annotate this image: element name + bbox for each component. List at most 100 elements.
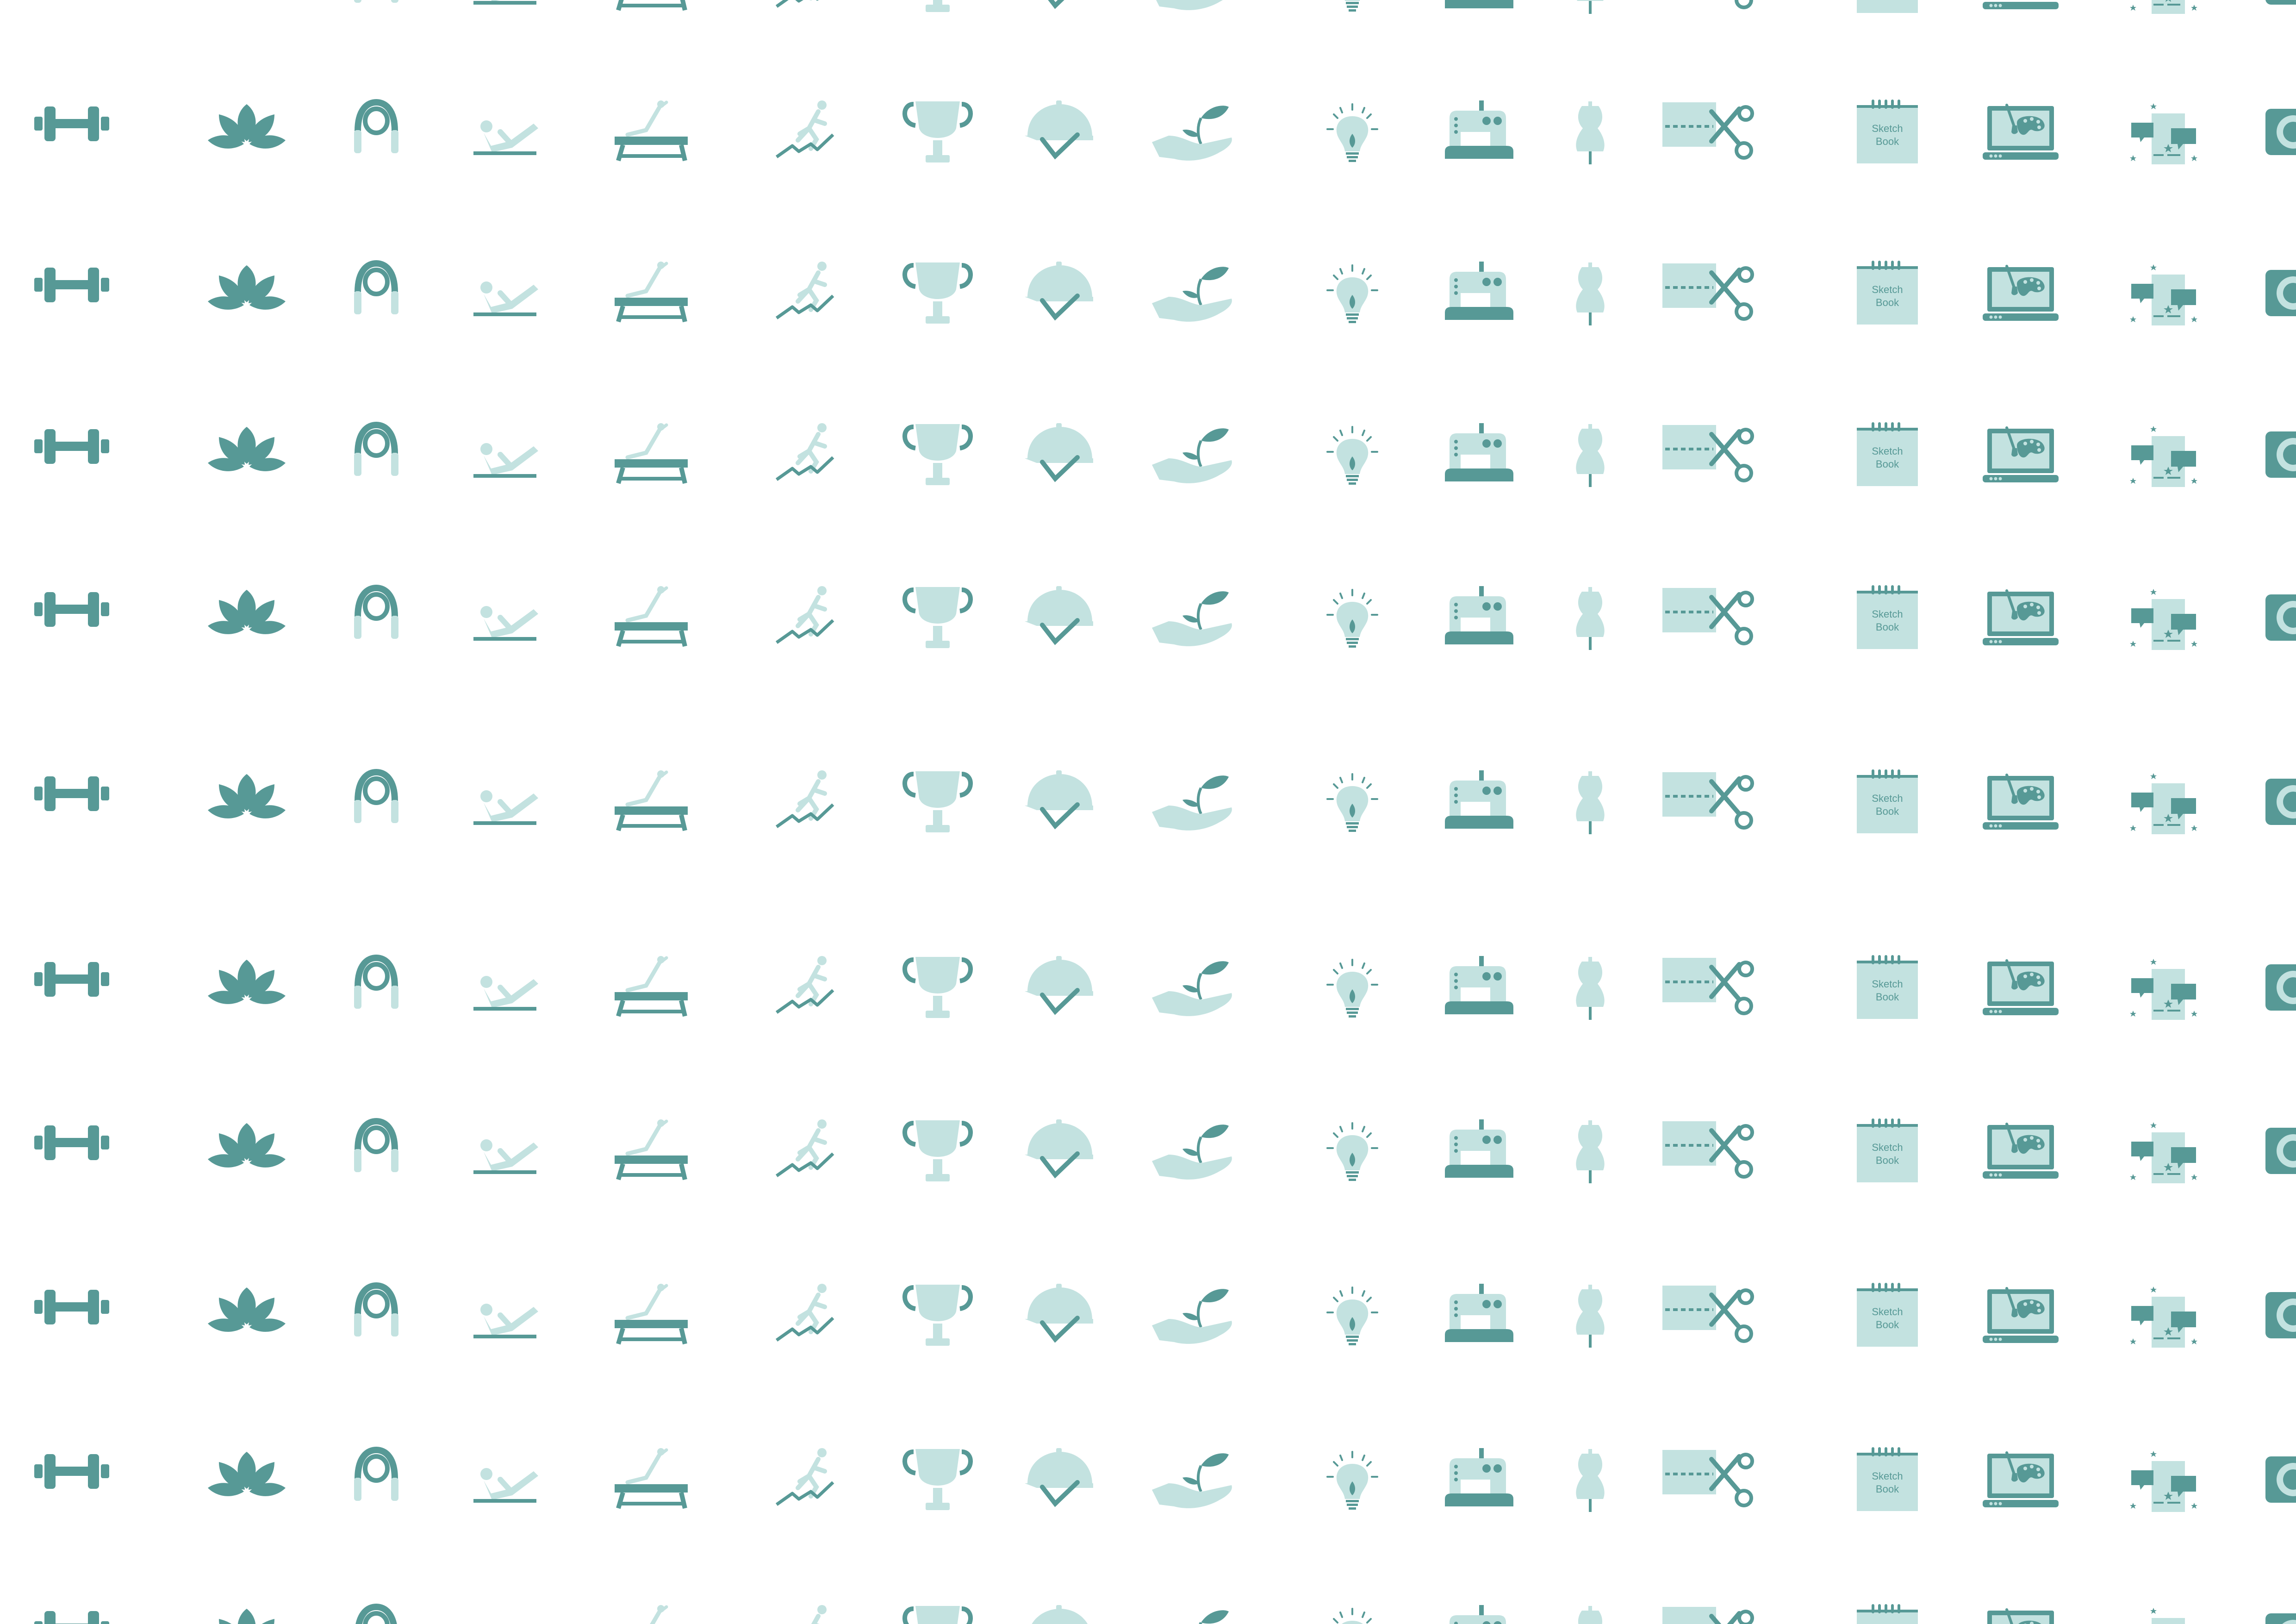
trophy-icon — [905, 587, 971, 648]
hand-sprout-icon — [1152, 428, 1232, 483]
chat-stars-icon — [2130, 1608, 2197, 1624]
lotus-icon — [208, 1287, 286, 1332]
sewing-machine-icon — [1445, 586, 1513, 644]
camera-icon — [2265, 0, 2296, 5]
lightbulb-icon — [1326, 1122, 1378, 1182]
riding-helmet-icon — [1025, 956, 1093, 1012]
trophy-icon — [905, 771, 971, 832]
laptop-palette-icon — [1983, 775, 2059, 830]
hand-sprout-icon — [1152, 106, 1232, 161]
sewing-machine-icon — [1445, 262, 1513, 320]
chat-stars-icon — [2130, 1451, 2197, 1512]
trophy-icon — [905, 262, 971, 324]
dumbbell-icon — [34, 776, 109, 811]
trophy-icon — [905, 424, 971, 485]
pilates-icon — [473, 120, 538, 155]
jump-rope-icon — [354, 425, 398, 476]
riding-helmet-icon — [1025, 1448, 1093, 1504]
hand-sprout-icon — [1152, 267, 1232, 322]
trophy-icon — [905, 1285, 971, 1346]
pilates-icon — [473, 606, 538, 641]
sewing-machine-icon — [1445, 423, 1513, 481]
chat-stars-icon — [2130, 589, 2197, 650]
camera-icon — [2265, 270, 2296, 316]
sketchbook-label-line2: Book — [1876, 1483, 1899, 1495]
fabric-scissors-icon — [1662, 263, 1752, 319]
chat-stars-icon — [2130, 959, 2197, 1020]
hand-sprout-icon — [1152, 1289, 1232, 1344]
laptop-palette-icon — [1983, 428, 2059, 482]
dress-form-icon — [1576, 587, 1605, 650]
sewing-machine-icon — [1445, 1448, 1513, 1506]
laptop-palette-icon — [1983, 266, 2059, 321]
riding-helmet-icon — [1025, 100, 1093, 156]
runner-icon — [777, 1284, 833, 1340]
fabric-scissors-icon — [1662, 102, 1752, 158]
sewing-machine-icon — [1445, 770, 1513, 829]
dress-form-icon — [1576, 1606, 1605, 1624]
lightbulb-icon — [1326, 103, 1378, 163]
dumbbell-icon — [34, 962, 109, 997]
runner-icon — [777, 1119, 833, 1176]
dumbbell-icon — [34, 1125, 109, 1160]
camera-icon — [2265, 779, 2296, 825]
dress-form-icon — [1576, 424, 1605, 487]
camera-icon — [2265, 1613, 2296, 1624]
camera-icon — [2265, 1128, 2296, 1174]
laptop-palette-icon — [1983, 1453, 2059, 1507]
dress-form-icon — [1576, 0, 1605, 14]
riding-helmet-icon — [1025, 1284, 1093, 1339]
lightbulb-icon — [1326, 264, 1378, 324]
sketchbook-label-line1: Sketch — [1872, 608, 1903, 620]
sketchbook-label-line2: Book — [1876, 621, 1899, 633]
dress-form-icon — [1576, 957, 1605, 1020]
balance-beam-icon — [615, 1284, 688, 1344]
fabric-scissors-icon — [1662, 0, 1752, 7]
lotus-icon — [208, 774, 286, 818]
runner-icon — [777, 423, 833, 480]
camera-icon — [2265, 1292, 2296, 1338]
lightbulb-icon — [1326, 426, 1378, 486]
pilates-icon — [473, 790, 538, 825]
riding-helmet-icon — [1025, 423, 1093, 479]
jump-rope-icon — [354, 0, 398, 3]
fabric-scissors-icon — [1662, 588, 1752, 643]
sketchbook-label-line2: Book — [1876, 1319, 1899, 1330]
hand-sprout-icon — [1152, 591, 1232, 646]
lightbulb-icon — [1326, 589, 1378, 649]
hand-sprout-icon — [1152, 1453, 1232, 1508]
sketchbook-icon — [1857, 1604, 1918, 1624]
lightbulb-icon — [1326, 1451, 1378, 1511]
fabric-scissors-icon — [1662, 1607, 1752, 1624]
dress-form-icon — [1576, 1120, 1605, 1183]
trophy-icon — [905, 1449, 971, 1510]
jump-rope-icon — [354, 772, 398, 823]
runner-icon — [777, 586, 833, 643]
sketchbook-label-line1: Sketch — [1872, 123, 1903, 134]
sketchbook-label-line2: Book — [1876, 1155, 1899, 1166]
pilates-icon — [473, 281, 538, 316]
fabric-scissors-icon — [1662, 425, 1752, 481]
riding-helmet-icon — [1025, 1605, 1093, 1624]
hand-sprout-icon — [1152, 0, 1232, 10]
chat-stars-icon — [2130, 103, 2197, 164]
balance-beam-icon — [615, 1119, 688, 1180]
chat-stars-icon — [2130, 1287, 2197, 1348]
sketchbook-label-line1: Sketch — [1872, 284, 1903, 295]
sketchbook-icon — [1857, 0, 1918, 13]
sketchbook-label-line2: Book — [1876, 806, 1899, 817]
runner-icon — [777, 770, 833, 827]
laptop-palette-icon — [1983, 1610, 2059, 1624]
pilates-icon — [473, 1139, 538, 1174]
pilates-icon — [473, 1304, 538, 1338]
camera-icon — [2265, 594, 2296, 641]
sketchbook-label-line2: Book — [1876, 458, 1899, 470]
runner-icon — [777, 262, 833, 318]
dumbbell-icon — [34, 592, 109, 627]
balance-beam-icon — [615, 770, 688, 831]
lotus-icon — [208, 427, 286, 471]
dress-form-icon — [1576, 101, 1605, 164]
icon-pattern-wallpaper: SketchBookSketchBookSketchBookSketchBook… — [34, 0, 2296, 1624]
runner-icon — [777, 956, 833, 1012]
lotus-icon — [208, 1609, 286, 1624]
